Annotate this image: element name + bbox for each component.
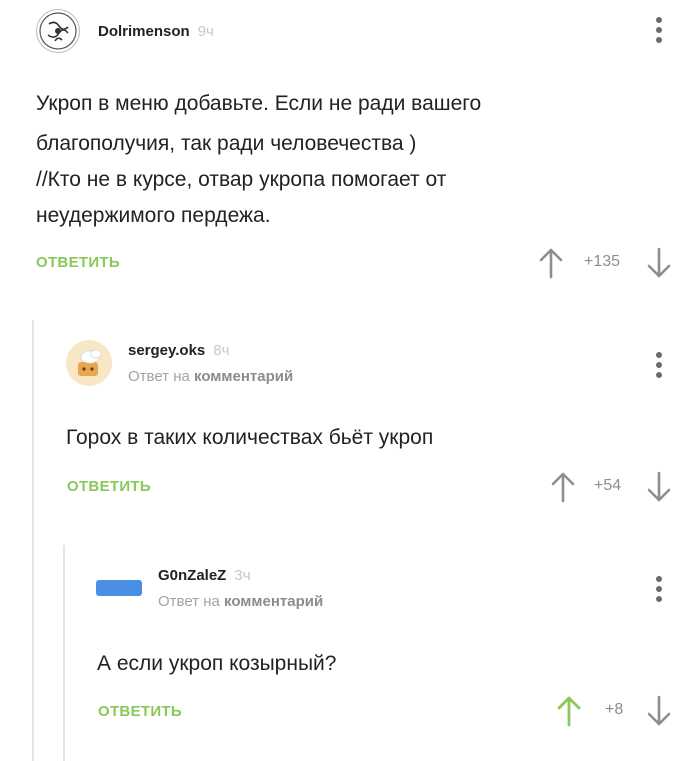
reply-button[interactable]: ОТВЕТИТЬ: [67, 478, 151, 495]
timestamp: 3ч: [234, 566, 251, 584]
comment-line: Укроп в меню добавьте. Если не ради ваше…: [36, 92, 482, 115]
downvote-arrow-icon[interactable]: [647, 471, 671, 503]
score: +54: [594, 477, 622, 494]
avatar[interactable]: [96, 565, 142, 611]
comment-header: Dolrimenson 9ч: [36, 9, 214, 53]
comment-line: Горох в таких количествах бьёт укроп: [66, 426, 434, 449]
username[interactable]: Dolrimenson: [98, 23, 190, 40]
reply-to-link[interactable]: комментарий: [224, 593, 323, 610]
avatar[interactable]: [36, 9, 80, 53]
more-options-icon[interactable]: [654, 576, 664, 602]
avatar[interactable]: [66, 340, 112, 386]
username[interactable]: sergey.oks: [128, 342, 205, 359]
more-options-icon[interactable]: [654, 17, 664, 43]
comment-line: А если укроп козырный?: [97, 652, 337, 675]
comment-line: //Кто не в курсе, отвар укропа помогает …: [36, 168, 447, 191]
reply-button[interactable]: ОТВЕТИТЬ: [98, 703, 182, 720]
timestamp: 8ч: [213, 341, 230, 359]
username[interactable]: G0nZaleZ: [158, 567, 226, 584]
comment-header: sergey.oks 8ч Ответ на комментарий: [66, 340, 293, 386]
downvote-arrow-icon[interactable]: [647, 247, 671, 279]
reply-to-info: Ответ на комментарий: [128, 368, 293, 385]
timestamp: 9ч: [197, 22, 214, 40]
thread-line: [63, 545, 65, 761]
comment-text: Укроп в меню добавьте. Если не ради ваше…: [36, 86, 481, 234]
reply-to-prefix: Ответ на: [128, 367, 190, 385]
comment-text: А если укроп козырный?: [97, 646, 336, 682]
upvote-arrow-icon[interactable]: [551, 471, 575, 503]
upvote-arrow-icon[interactable]: [539, 247, 563, 279]
reply-to-link[interactable]: комментарий: [194, 368, 293, 385]
more-options-icon[interactable]: [654, 352, 664, 378]
reply-button[interactable]: ОТВЕТИТЬ: [36, 254, 120, 271]
score: +135: [584, 253, 621, 270]
comment-line: благополучия, так ради человечества ): [36, 132, 417, 155]
thread-line: [32, 320, 34, 761]
score: +8: [605, 701, 624, 718]
comment-line: неудержимого пердежа.: [36, 204, 271, 227]
downvote-arrow-icon[interactable]: [647, 695, 671, 727]
reply-to-info: Ответ на комментарий: [158, 593, 323, 610]
comment-text: Горох в таких количествах бьёт укроп: [66, 420, 433, 456]
reply-to-prefix: Ответ на: [158, 592, 220, 610]
comment-header: G0nZaleZ 3ч Ответ на комментарий: [96, 565, 323, 611]
upvote-arrow-icon[interactable]: [557, 695, 581, 727]
